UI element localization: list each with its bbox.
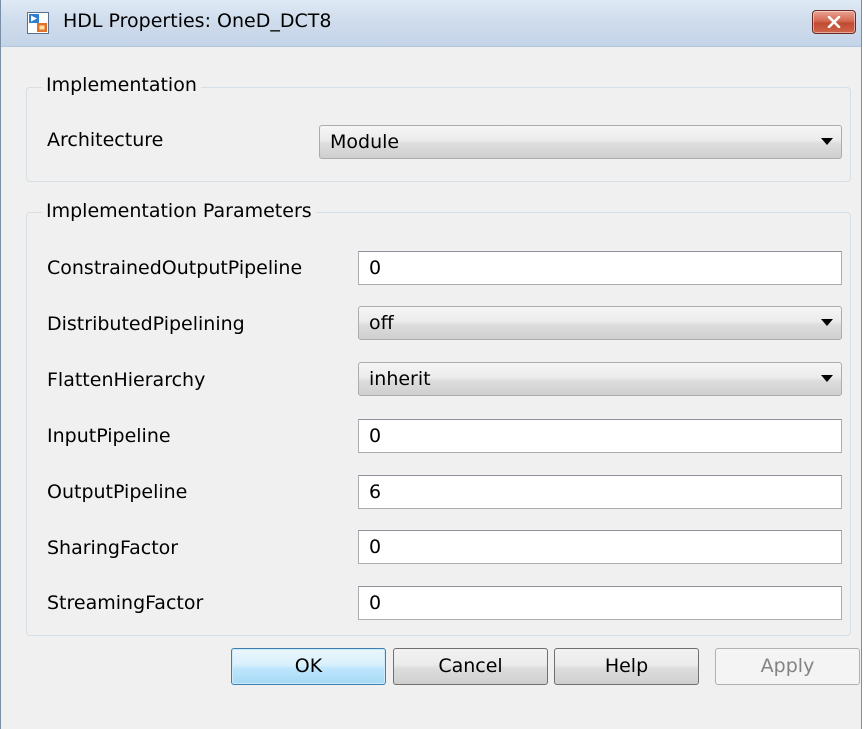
chevron-down-icon [821, 375, 833, 382]
architecture-value: Module [330, 131, 400, 153]
implementation-legend: Implementation [42, 74, 201, 96]
chevron-down-icon [821, 138, 833, 145]
streaming-factor-field[interactable]: 0 [358, 586, 842, 620]
streaming-factor-value: 0 [369, 592, 382, 614]
input-pipeline-field[interactable]: 0 [358, 419, 842, 453]
streaming-factor-label: StreamingFactor [47, 592, 204, 614]
input-pipeline-value: 0 [369, 425, 382, 447]
simulink-block-icon [27, 12, 49, 34]
title-bar[interactable]: HDL Properties: OneD_DCT8 [1, 0, 861, 47]
architecture-dropdown[interactable]: Module [319, 125, 842, 159]
sharing-factor-label: SharingFactor [47, 537, 179, 559]
constrained-output-pipeline-value: 0 [369, 257, 382, 279]
implementation-parameters-legend: Implementation Parameters [42, 200, 316, 222]
flatten-hierarchy-value: inherit [369, 368, 431, 390]
ok-button[interactable]: OK [231, 648, 386, 685]
chevron-down-icon [821, 319, 833, 326]
constrained-output-pipeline-field[interactable]: 0 [358, 251, 842, 285]
help-button[interactable]: Help [554, 648, 699, 685]
distributed-pipelining-value: off [369, 312, 394, 334]
apply-button[interactable]: Apply [715, 648, 860, 685]
cancel-button[interactable]: Cancel [393, 648, 548, 685]
window-title: HDL Properties: OneD_DCT8 [63, 10, 332, 32]
output-pipeline-value: 6 [369, 481, 382, 503]
distributed-pipelining-dropdown[interactable]: off [358, 306, 842, 340]
input-pipeline-label: InputPipeline [47, 425, 171, 447]
close-button[interactable] [812, 10, 856, 34]
flatten-hierarchy-dropdown[interactable]: inherit [358, 362, 842, 396]
distributed-pipelining-label: DistributedPipelining [47, 313, 245, 335]
output-pipeline-label: OutputPipeline [47, 481, 188, 503]
sharing-factor-value: 0 [369, 536, 382, 558]
hdl-properties-dialog: HDL Properties: OneD_DCT8 Implementation… [0, 0, 862, 729]
architecture-label: Architecture [47, 129, 164, 151]
flatten-hierarchy-label: FlattenHierarchy [47, 369, 206, 391]
sharing-factor-field[interactable]: 0 [358, 530, 842, 564]
output-pipeline-field[interactable]: 6 [358, 475, 842, 509]
constrained-output-pipeline-label: ConstrainedOutputPipeline [47, 257, 303, 279]
close-icon [827, 16, 841, 28]
